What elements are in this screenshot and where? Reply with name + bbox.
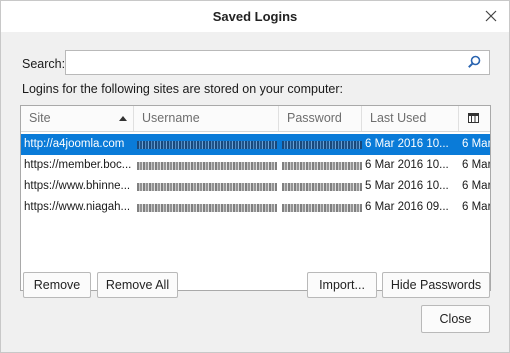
table-header: Site Username Password Last Used (21, 106, 490, 132)
site-cell: https://member.boc... (24, 159, 132, 171)
last-used-cell: 6 Mar 2016 09... (365, 201, 449, 213)
hide-passwords-button[interactable]: Hide Passwords (382, 272, 490, 298)
remove-all-button[interactable]: Remove All (97, 272, 178, 298)
last-used-cell: 6 Mar 2016 10... (365, 138, 449, 150)
search-label: Search: (22, 57, 66, 71)
last-used-cell: 5 Mar 2016 10... (365, 180, 449, 192)
logins-table[interactable]: Site Username Password Last Used http://… (20, 105, 491, 291)
column-header-password[interactable]: Password (279, 106, 362, 131)
site-cell: http://a4joomla.com (24, 138, 125, 150)
site-cell: https://www.bhinne... (24, 180, 131, 192)
last-used-cell: 6 Mar 2016 10... (365, 159, 449, 171)
username-cell (134, 134, 279, 155)
dialog-title: Saved Logins (212, 9, 298, 24)
site-cell: https://www.niagah... (24, 201, 131, 213)
username-cell (134, 176, 279, 197)
last-changed-cell: 6 Mar 20 (462, 159, 490, 171)
username-cell (134, 197, 279, 218)
password-cell (279, 197, 362, 218)
table-row[interactable]: https://www.bhinne... 5 Mar 2016 10... 6… (21, 176, 490, 197)
last-changed-cell: 6 Mar 20 (462, 138, 490, 150)
column-header-username[interactable]: Username (134, 106, 279, 131)
column-header-label: Password (287, 111, 342, 125)
dialog-body: Search: Logins for the following sites a… (0, 32, 510, 353)
close-button[interactable]: Close (421, 305, 490, 333)
table-row[interactable]: https://www.niagah... 6 Mar 2016 09... 6… (21, 197, 490, 218)
title-bar: Saved Logins (0, 0, 510, 32)
close-icon[interactable] (483, 8, 499, 24)
last-changed-cell: 6 Mar 20 (462, 180, 490, 192)
column-header-label: Username (142, 111, 200, 125)
column-header-site[interactable]: Site (21, 106, 134, 131)
username-cell (134, 155, 279, 176)
password-cell (279, 155, 362, 176)
column-header-label: Last Used (370, 111, 427, 125)
search-icon[interactable] (467, 55, 481, 69)
column-header-label: Site (29, 111, 51, 125)
column-header-last-used[interactable]: Last Used (362, 106, 459, 131)
remove-button[interactable]: Remove (23, 272, 91, 298)
column-picker-icon (468, 113, 479, 123)
last-changed-cell: 6 Mar 20 (462, 201, 490, 213)
password-cell (279, 134, 362, 155)
table-row[interactable]: http://a4joomla.com 6 Mar 2016 10... 6 M… (21, 134, 490, 155)
info-text: Logins for the following sites are store… (22, 82, 344, 96)
sort-ascending-icon (119, 116, 127, 121)
import-button[interactable]: Import... (307, 272, 377, 298)
password-cell (279, 176, 362, 197)
search-input[interactable] (65, 50, 490, 75)
table-row[interactable]: https://member.boc... 6 Mar 2016 10... 6… (21, 155, 490, 176)
column-picker-button[interactable] (459, 106, 490, 131)
